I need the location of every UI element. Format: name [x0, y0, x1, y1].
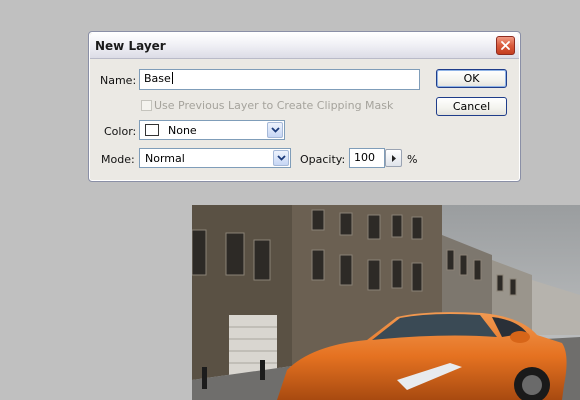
- new-layer-dialog: New Layer Name: Base Use Previous Layer …: [88, 31, 521, 182]
- ok-button[interactable]: OK: [436, 69, 507, 88]
- close-button[interactable]: [496, 36, 515, 55]
- mode-dropdown-arrow[interactable]: [273, 150, 289, 166]
- dialog-titlebar[interactable]: New Layer: [90, 33, 519, 59]
- opacity-unit: %: [407, 153, 418, 166]
- text-caret: [171, 72, 173, 84]
- opacity-slider-button[interactable]: [385, 149, 402, 167]
- close-icon: [501, 41, 510, 50]
- chevron-down-icon: [271, 127, 280, 133]
- mode-select[interactable]: Normal: [139, 148, 291, 168]
- chevron-right-icon: [392, 155, 396, 162]
- photo-canvas: [192, 205, 580, 400]
- mode-label: Mode:: [101, 153, 135, 166]
- color-select[interactable]: None: [139, 120, 285, 140]
- color-value: None: [168, 124, 197, 137]
- name-value: Base: [144, 72, 171, 85]
- opacity-input[interactable]: 100: [349, 148, 385, 168]
- color-dropdown-arrow[interactable]: [267, 122, 283, 138]
- cancel-button[interactable]: Cancel: [436, 97, 507, 116]
- clipping-mask-checkbox[interactable]: [141, 100, 152, 111]
- name-input[interactable]: Base: [139, 69, 420, 90]
- clipping-mask-label: Use Previous Layer to Create Clipping Ma…: [154, 99, 394, 112]
- opacity-label: Opacity:: [300, 153, 346, 166]
- name-label: Name:: [100, 74, 137, 87]
- opacity-value: 100: [354, 151, 375, 164]
- chevron-down-icon: [277, 155, 286, 161]
- color-label: Color:: [104, 125, 137, 138]
- color-swatch: [145, 124, 159, 136]
- dialog-title: New Layer: [95, 39, 166, 53]
- mode-value: Normal: [145, 152, 185, 165]
- street-photo: [192, 205, 580, 400]
